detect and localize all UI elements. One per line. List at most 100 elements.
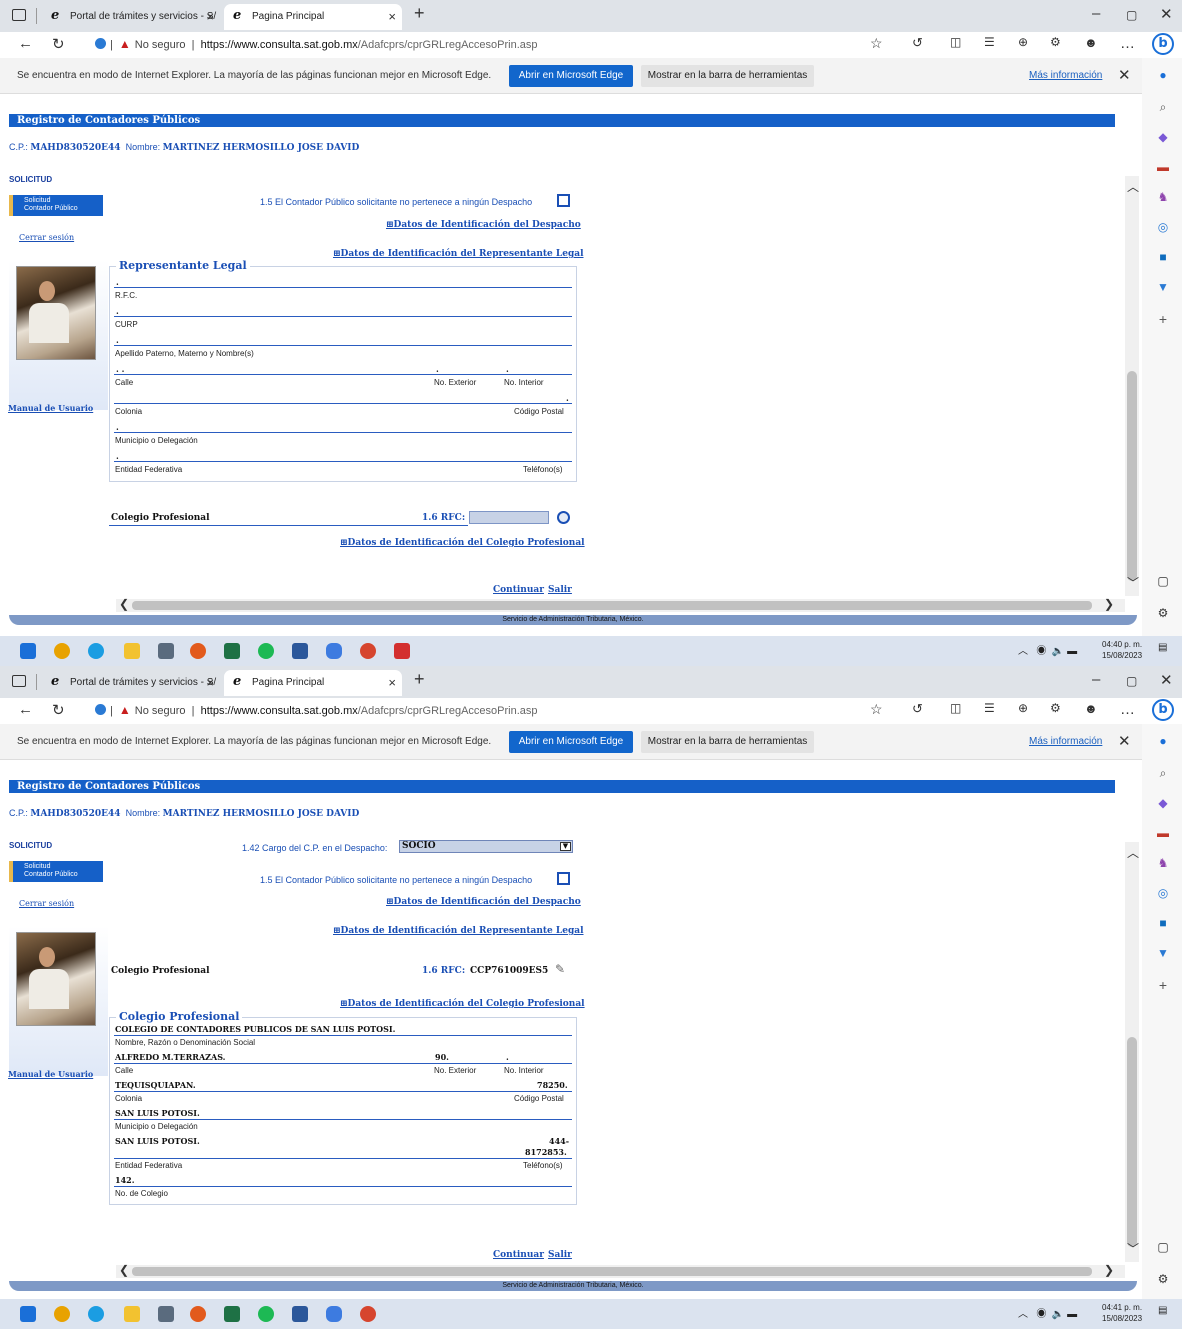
- extensions-icon[interactable]: ⚙: [1050, 701, 1061, 715]
- split-screen-icon[interactable]: ◫: [950, 701, 961, 715]
- calculator-icon[interactable]: [158, 1306, 174, 1322]
- games-icon[interactable]: ♞: [1156, 190, 1170, 204]
- edge-icon[interactable]: [88, 1306, 104, 1322]
- chevron-left-icon[interactable]: ❮: [119, 597, 129, 611]
- chevron-down-icon[interactable]: ▼: [560, 842, 571, 851]
- add-icon[interactable]: +: [1156, 978, 1170, 992]
- outlook-icon[interactable]: ■: [1156, 916, 1170, 930]
- firefox-icon[interactable]: [190, 1306, 206, 1322]
- tag-icon[interactable]: ◆: [1156, 796, 1170, 810]
- open-in-edge-button[interactable]: Abrir en Microsoft Edge: [509, 731, 633, 753]
- url-field[interactable]: | ▲ No seguro | https://www.consulta.sat.g…: [95, 702, 538, 722]
- tab-portal[interactable]: e Portal de trámites y servicios - S/×: [42, 4, 220, 30]
- search-icon[interactable]: ⌕: [1156, 766, 1170, 780]
- windows-icon[interactable]: [20, 643, 36, 659]
- refresh-icon[interactable]: ↻: [52, 701, 65, 719]
- add-icon[interactable]: +: [1156, 312, 1170, 326]
- close-icon[interactable]: ×: [206, 670, 214, 696]
- new-tab-button[interactable]: +: [414, 3, 425, 24]
- colegio-link[interactable]: ⊞Datos de Identificación del Colegio Pro…: [340, 538, 585, 548]
- outlook-icon[interactable]: ■: [1156, 250, 1170, 264]
- solicitud-contador-button[interactable]: Solicitud Contador Público: [9, 861, 103, 882]
- tab-actions-icon[interactable]: [12, 9, 26, 21]
- tab-pagina-principal[interactable]: e Pagina Principal ×: [224, 670, 402, 696]
- paint-icon[interactable]: [360, 643, 376, 659]
- sidebar-layout-icon[interactable]: ▢: [1156, 1240, 1170, 1254]
- scroll-thumb[interactable]: [1127, 371, 1137, 581]
- back-icon[interactable]: ←: [18, 701, 33, 718]
- more-icon[interactable]: …: [1120, 701, 1135, 718]
- representante-link[interactable]: ⊞Datos de Identificación del Representan…: [333, 249, 584, 259]
- office-icon[interactable]: ◎: [1156, 220, 1170, 234]
- logout-link[interactable]: Cerrar sesión: [19, 899, 74, 908]
- clock[interactable]: 04:41 p. m. 15/08/2023: [1102, 1302, 1142, 1324]
- firefox-icon[interactable]: [190, 643, 206, 659]
- split-screen-icon[interactable]: ◫: [950, 35, 961, 49]
- chevron-up-icon[interactable]: ︿: [1127, 178, 1139, 195]
- word-icon[interactable]: [292, 643, 308, 659]
- settings-icon[interactable]: ⚙: [1156, 606, 1170, 620]
- minimize-button[interactable]: –: [1092, 671, 1100, 688]
- toolbox-icon[interactable]: ▬: [1156, 160, 1170, 174]
- chevron-left-icon[interactable]: ❮: [119, 1263, 129, 1277]
- file-explorer-icon[interactable]: [124, 1306, 140, 1322]
- drop-icon[interactable]: ▼: [1156, 946, 1170, 960]
- vertical-scrollbar[interactable]: ︿: [1125, 842, 1139, 1262]
- spotify-icon[interactable]: [258, 643, 274, 659]
- bell-icon[interactable]: ●: [1156, 68, 1170, 82]
- close-icon[interactable]: ×: [388, 670, 396, 696]
- bing-icon[interactable]: b: [1152, 699, 1174, 721]
- continuar-link[interactable]: Continuar: [493, 585, 544, 595]
- restore-button[interactable]: ▢: [1126, 8, 1137, 22]
- continuar-link[interactable]: Continuar: [493, 1250, 544, 1260]
- office-icon[interactable]: ◎: [1156, 886, 1170, 900]
- collections-icon[interactable]: ⊕: [1018, 701, 1028, 715]
- file-explorer-icon[interactable]: [124, 643, 140, 659]
- settings-icon[interactable]: ⚙: [1156, 1272, 1170, 1286]
- rfc-colegio-input[interactable]: [469, 511, 549, 524]
- horizontal-scrollbar[interactable]: ❮ ❯: [116, 597, 1125, 612]
- chrome-icon[interactable]: [54, 643, 70, 659]
- shield-icon[interactable]: [326, 643, 342, 659]
- edit-icon[interactable]: ✎: [555, 962, 565, 976]
- refresh-icon[interactable]: ↻: [52, 35, 65, 53]
- ie-mode-toggle-icon[interactable]: ↺: [912, 35, 923, 51]
- profile-icon[interactable]: ☻: [1084, 35, 1098, 50]
- collections-icon[interactable]: ⊕: [1018, 35, 1028, 49]
- word-icon[interactable]: [292, 1306, 308, 1322]
- search-icon[interactable]: [557, 511, 570, 524]
- tab-portal[interactable]: e Portal de trámites y servicios - S/×: [42, 670, 220, 696]
- notification-icon[interactable]: ▤: [1158, 1305, 1167, 1316]
- tray-icons[interactable]: ︿ ◉ 🔈 ▬: [1018, 642, 1077, 657]
- ie-mode-toggle-icon[interactable]: ↺: [912, 701, 923, 717]
- logout-link[interactable]: Cerrar sesión: [19, 233, 74, 242]
- shield-icon[interactable]: [326, 1306, 342, 1322]
- tray-icons[interactable]: ︿ ◉ 🔈 ▬: [1018, 1305, 1077, 1320]
- more-info-link[interactable]: Más información: [1029, 736, 1102, 747]
- calculator-icon[interactable]: [158, 643, 174, 659]
- window-close-button[interactable]: ✕: [1160, 5, 1173, 23]
- chevron-right-icon[interactable]: ❯: [1104, 597, 1114, 611]
- bell-icon[interactable]: ●: [1156, 734, 1170, 748]
- tab-pagina-principal[interactable]: e Pagina Principal ×: [224, 4, 402, 30]
- tag-icon[interactable]: ◆: [1156, 130, 1170, 144]
- chevron-right-icon[interactable]: ❯: [1104, 1263, 1114, 1277]
- scroll-thumb[interactable]: [1127, 1037, 1137, 1247]
- user-manual-link[interactable]: Manual de Usuario: [8, 403, 93, 413]
- back-icon[interactable]: ←: [18, 35, 33, 52]
- cargo-select[interactable]: SOCIO ▼: [399, 840, 573, 853]
- edge-icon[interactable]: [88, 643, 104, 659]
- favorites-icon[interactable]: ☰: [984, 35, 995, 49]
- solicitud-contador-button[interactable]: Solicitud Contador Público: [9, 195, 103, 216]
- favorite-star-icon[interactable]: ☆: [870, 35, 883, 52]
- more-icon[interactable]: …: [1120, 35, 1135, 52]
- profile-icon[interactable]: ☻: [1084, 701, 1098, 716]
- scroll-thumb[interactable]: [132, 1267, 1092, 1276]
- no-despacho-checkbox[interactable]: [557, 872, 570, 885]
- despacho-link[interactable]: ⊞Datos de Identificación del Despacho: [386, 220, 581, 230]
- notification-icon[interactable]: ▤: [1158, 642, 1167, 653]
- sidebar-layout-icon[interactable]: ▢: [1156, 574, 1170, 588]
- close-icon[interactable]: ×: [388, 4, 396, 30]
- pdf-icon[interactable]: [394, 643, 410, 659]
- favorite-star-icon[interactable]: ☆: [870, 701, 883, 718]
